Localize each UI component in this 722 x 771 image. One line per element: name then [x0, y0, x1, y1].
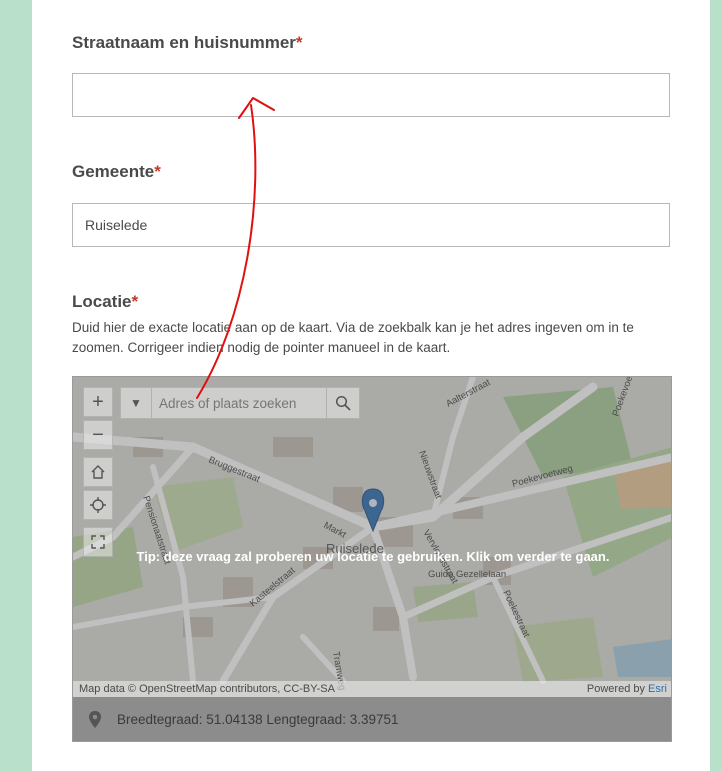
fullscreen-icon: [91, 535, 105, 549]
map-search: ▼: [120, 387, 360, 419]
home-button[interactable]: [83, 457, 113, 487]
coordinates-bar: Breedtegraad: 51.04138 Lengtegraad: 3.39…: [73, 697, 671, 741]
esri-link[interactable]: Esri: [648, 683, 667, 695]
street-input[interactable]: [72, 73, 670, 117]
coordinates-text: Breedtegraad: 51.04138 Lengtegraad: 3.39…: [117, 712, 399, 727]
zoom-in-button[interactable]: +: [83, 387, 113, 417]
search-source-dropdown[interactable]: ▼: [121, 388, 152, 418]
map-attribution: Map data © OpenStreetMap contributors, C…: [73, 681, 671, 697]
street-label: Straatnaam en huisnummer*: [72, 33, 303, 52]
search-icon: [335, 395, 351, 411]
municipality-label: Gemeente*: [72, 162, 161, 181]
location-help-text: Duid hier de exacte locatie aan op de ka…: [72, 320, 634, 355]
home-icon: [91, 465, 105, 479]
location-pin-icon: [89, 711, 101, 728]
location-map[interactable]: Bruggestraat Aalterstraat Nieuwstraat Poeke…: [72, 376, 672, 742]
required-mark: *: [154, 162, 161, 181]
crosshair-icon: [90, 497, 106, 513]
required-mark: *: [131, 292, 139, 311]
form-panel: Straatnaam en huisnummer* Gemeente* Loca…: [32, 0, 710, 771]
location-tip[interactable]: Tip: deze vraag zal proberen uw locatie …: [73, 549, 671, 564]
municipality-input[interactable]: [72, 203, 670, 247]
powered-by: Powered by Esri: [586, 683, 667, 695]
attribution-text: Map data © OpenStreetMap contributors, C…: [79, 683, 335, 695]
map-search-input[interactable]: [152, 388, 327, 418]
required-mark: *: [295, 33, 303, 52]
location-label: Locatie*: [72, 292, 139, 311]
locate-button[interactable]: [83, 490, 113, 520]
map-search-button[interactable]: [326, 388, 359, 418]
zoom-out-button[interactable]: −: [83, 420, 113, 450]
